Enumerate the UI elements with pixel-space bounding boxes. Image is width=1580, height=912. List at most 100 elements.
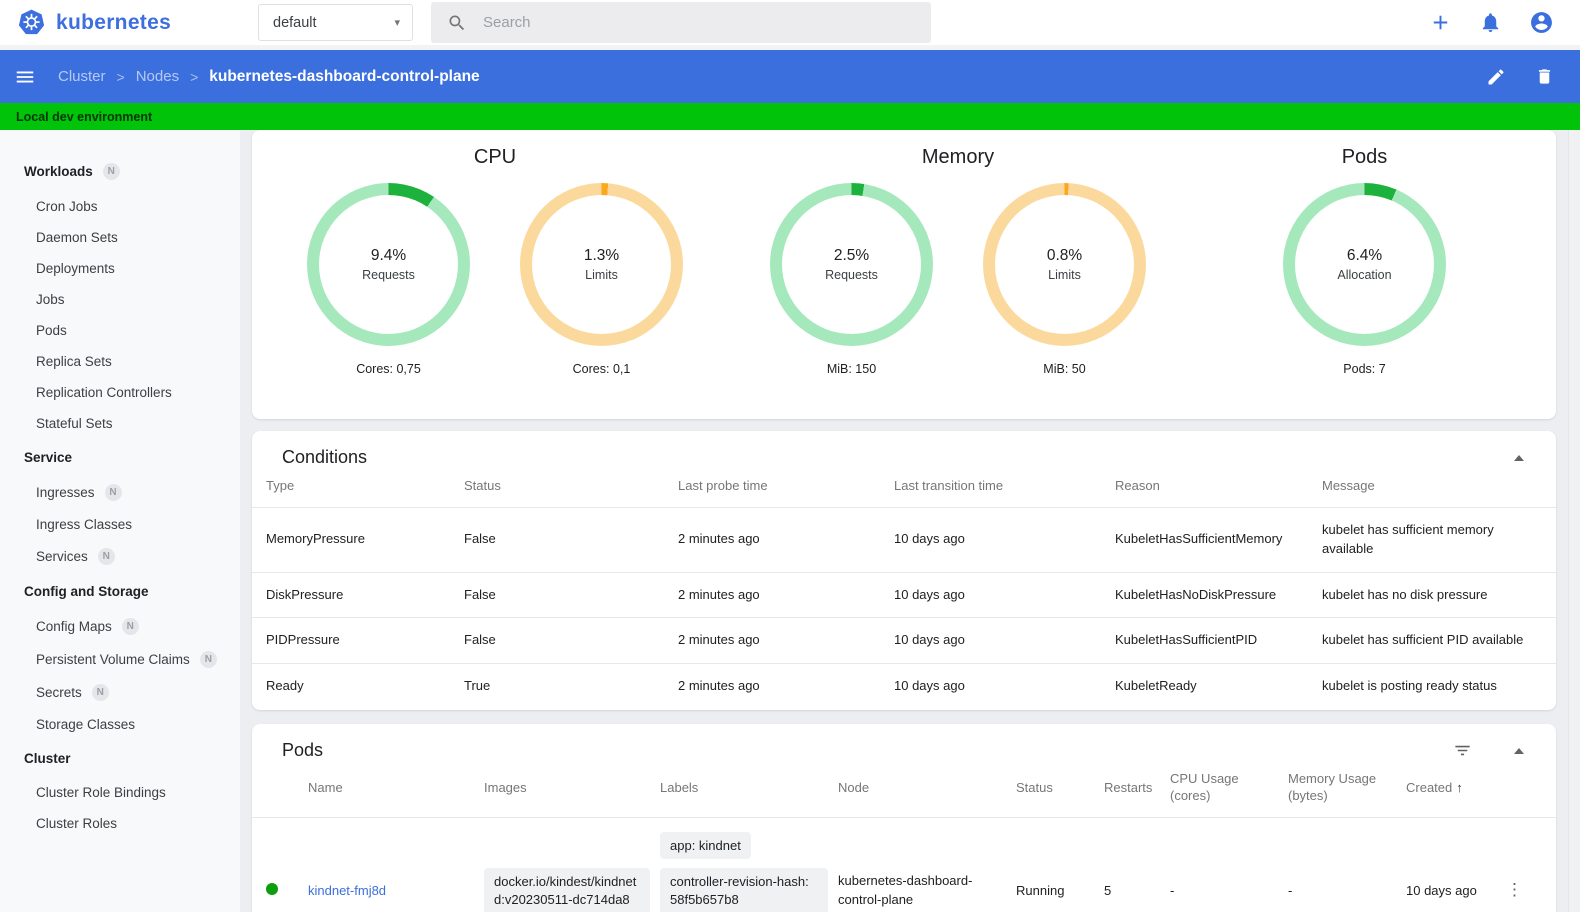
namespaced-badge: N bbox=[97, 548, 115, 565]
sidebar-item-deployments[interactable]: Deployments bbox=[0, 253, 240, 284]
namespace-selector[interactable]: default ▾ bbox=[258, 4, 413, 41]
gauge-label: Requests bbox=[362, 268, 415, 282]
condition-probe-time: 2 minutes ago bbox=[678, 506, 894, 573]
item-label: Cron Jobs bbox=[36, 199, 98, 214]
pods-col-memory[interactable]: Memory Usage (bytes) bbox=[1288, 767, 1406, 818]
gauge-label: Requests bbox=[825, 268, 878, 282]
sidebar-item-replica-sets[interactable]: Replica Sets bbox=[0, 346, 240, 377]
sidebar-item-persistent-volume-claims[interactable]: Persistent Volume Claims N bbox=[0, 643, 240, 676]
pod-name-link[interactable]: kindnet-fmj8d bbox=[308, 883, 386, 898]
namespaced-badge: N bbox=[199, 651, 217, 668]
sidebar-item-replication-controllers[interactable]: Replication Controllers bbox=[0, 377, 240, 408]
sidebar: Workloads N Cron Jobs Daemon Sets Deploy… bbox=[0, 130, 240, 912]
sidebar-item-ingresses[interactable]: Ingresses N bbox=[0, 476, 240, 509]
pods-col-name[interactable]: Name bbox=[308, 767, 484, 818]
search-input[interactable] bbox=[483, 14, 915, 31]
condition-reason: KubeletHasSufficientPID bbox=[1115, 617, 1322, 664]
sidebar-item-services[interactable]: Services N bbox=[0, 540, 240, 573]
notifications-button[interactable] bbox=[1479, 11, 1502, 34]
sidebar-section-service[interactable]: Service bbox=[0, 439, 240, 476]
breadcrumb-nodes[interactable]: Nodes bbox=[136, 68, 179, 85]
account-button[interactable] bbox=[1529, 10, 1554, 35]
donut-ring: 1.3% Limits bbox=[520, 183, 683, 346]
table-row: Ready True 2 minutes ago 10 days ago Kub… bbox=[252, 663, 1556, 710]
kubernetes-brand[interactable]: kubernetes bbox=[18, 9, 242, 36]
breadcrumb-cluster[interactable]: Cluster bbox=[58, 68, 106, 85]
gauge-value: 0.8% bbox=[1046, 247, 1083, 264]
pod-image-chip: docker.io/kindest/kindnetd:v20230511-dc7… bbox=[484, 868, 650, 912]
collapse-icon[interactable] bbox=[1514, 747, 1524, 754]
condition-transition-time: 10 days ago bbox=[894, 663, 1115, 710]
item-label: Daemon Sets bbox=[36, 230, 118, 245]
gauge-caption: MiB: 50 bbox=[1043, 362, 1086, 376]
sidebar-item-stateful-sets[interactable]: Stateful Sets bbox=[0, 408, 240, 439]
namespaced-badge: N bbox=[121, 618, 139, 635]
pods-col-labels: Labels bbox=[660, 767, 838, 818]
page-toolbar: Cluster > Nodes > kubernetes-dashboard-c… bbox=[0, 50, 1580, 103]
pods-col-restarts[interactable]: Restarts bbox=[1104, 767, 1170, 818]
pod-label-chip: controller-revision-hash: 58f5b657b8 bbox=[660, 868, 828, 912]
donut-ring: 6.4% Allocation bbox=[1283, 183, 1446, 346]
item-label: Storage Classes bbox=[36, 717, 136, 732]
brand-title: kubernetes bbox=[56, 10, 172, 34]
gauge-value: 1.3% bbox=[583, 247, 620, 264]
pod-memory-usage: - bbox=[1288, 882, 1293, 898]
item-label: Pods bbox=[36, 323, 67, 338]
gauge-label: Allocation bbox=[1337, 268, 1392, 282]
pods-col-cpu[interactable]: CPU Usage (cores) bbox=[1170, 767, 1288, 818]
item-label: Persistent Volume Claims bbox=[36, 652, 190, 667]
sidebar-item-storage-classes[interactable]: Storage Classes bbox=[0, 709, 240, 740]
pods-gauge-group: Pods 6.4% Allocation Pods: 7 bbox=[1258, 142, 1471, 376]
condition-probe-time: 2 minutes ago bbox=[678, 617, 894, 664]
pod-cpu-usage: - bbox=[1170, 882, 1175, 898]
environment-banner: Local dev environment bbox=[0, 103, 1580, 130]
pods-col-created[interactable]: Created ↑ bbox=[1406, 767, 1506, 818]
namespaced-badge: N bbox=[91, 684, 109, 701]
edit-button[interactable] bbox=[1486, 67, 1506, 87]
search-bar[interactable] bbox=[431, 2, 931, 43]
sidebar-item-pods[interactable]: Pods bbox=[0, 315, 240, 346]
environment-banner-text: Local dev environment bbox=[16, 109, 153, 124]
cpu-limits-gauge: 1.3% Limits Cores: 0,1 bbox=[495, 183, 708, 376]
sidebar-item-secrets[interactable]: Secrets N bbox=[0, 676, 240, 709]
sidebar-item-daemon-sets[interactable]: Daemon Sets bbox=[0, 222, 240, 253]
pods-col-status[interactable]: Status bbox=[1016, 767, 1104, 818]
menu-button[interactable] bbox=[14, 66, 36, 88]
sidebar-section-workloads[interactable]: Workloads N bbox=[0, 152, 240, 191]
pods-col-images[interactable]: Images bbox=[484, 767, 660, 818]
chevron-right-icon: > bbox=[116, 68, 125, 85]
sidebar-item-config-maps[interactable]: Config Maps N bbox=[0, 610, 240, 643]
collapse-icon[interactable] bbox=[1514, 454, 1524, 461]
sidebar-item-cron-jobs[interactable]: Cron Jobs bbox=[0, 191, 240, 222]
scrollbar[interactable] bbox=[1568, 130, 1580, 912]
gauge-caption: Cores: 0,1 bbox=[572, 362, 631, 376]
condition-message: kubelet has sufficient memory available bbox=[1322, 506, 1556, 573]
condition-status: False bbox=[464, 571, 678, 618]
filter-icon[interactable] bbox=[1453, 741, 1472, 760]
delete-button[interactable] bbox=[1535, 67, 1554, 86]
sidebar-section-config-storage[interactable]: Config and Storage bbox=[0, 573, 240, 610]
item-label: Ingress Classes bbox=[36, 517, 133, 532]
pods-group-title: Pods bbox=[1341, 146, 1388, 168]
pods-col-created-label: Created bbox=[1406, 779, 1453, 795]
sidebar-section-cluster[interactable]: Cluster bbox=[0, 740, 240, 777]
pods-table: Name Images Labels Node Status Restarts … bbox=[252, 767, 1556, 912]
sidebar-item-jobs[interactable]: Jobs bbox=[0, 284, 240, 315]
condition-type: MemoryPressure bbox=[252, 506, 464, 573]
item-label: Replication Controllers bbox=[36, 385, 172, 400]
pod-label-chip: app: kindnet bbox=[660, 831, 751, 860]
sidebar-item-ingress-classes[interactable]: Ingress Classes bbox=[0, 509, 240, 540]
pods-col-node[interactable]: Node bbox=[838, 767, 1016, 818]
sidebar-item-cluster-roles[interactable]: Cluster Roles bbox=[0, 808, 240, 839]
pod-running-status-icon bbox=[266, 882, 278, 895]
condition-reason: KubeletReady bbox=[1115, 663, 1322, 710]
item-label: Jobs bbox=[36, 292, 65, 307]
sidebar-item-cluster-role-bindings[interactable]: Cluster Role Bindings bbox=[0, 777, 240, 808]
namespaced-badge: N bbox=[104, 484, 122, 501]
memory-gauge-group: Memory 2.5% Requests MiB: 150 0.8% Limit… bbox=[745, 142, 1171, 376]
chevron-right-icon: > bbox=[190, 68, 199, 85]
create-resource-button[interactable] bbox=[1429, 11, 1452, 34]
section-label: Workloads bbox=[24, 164, 93, 179]
item-label: Ingresses bbox=[36, 485, 95, 500]
row-menu-icon[interactable]: ⋮ bbox=[1506, 880, 1523, 899]
